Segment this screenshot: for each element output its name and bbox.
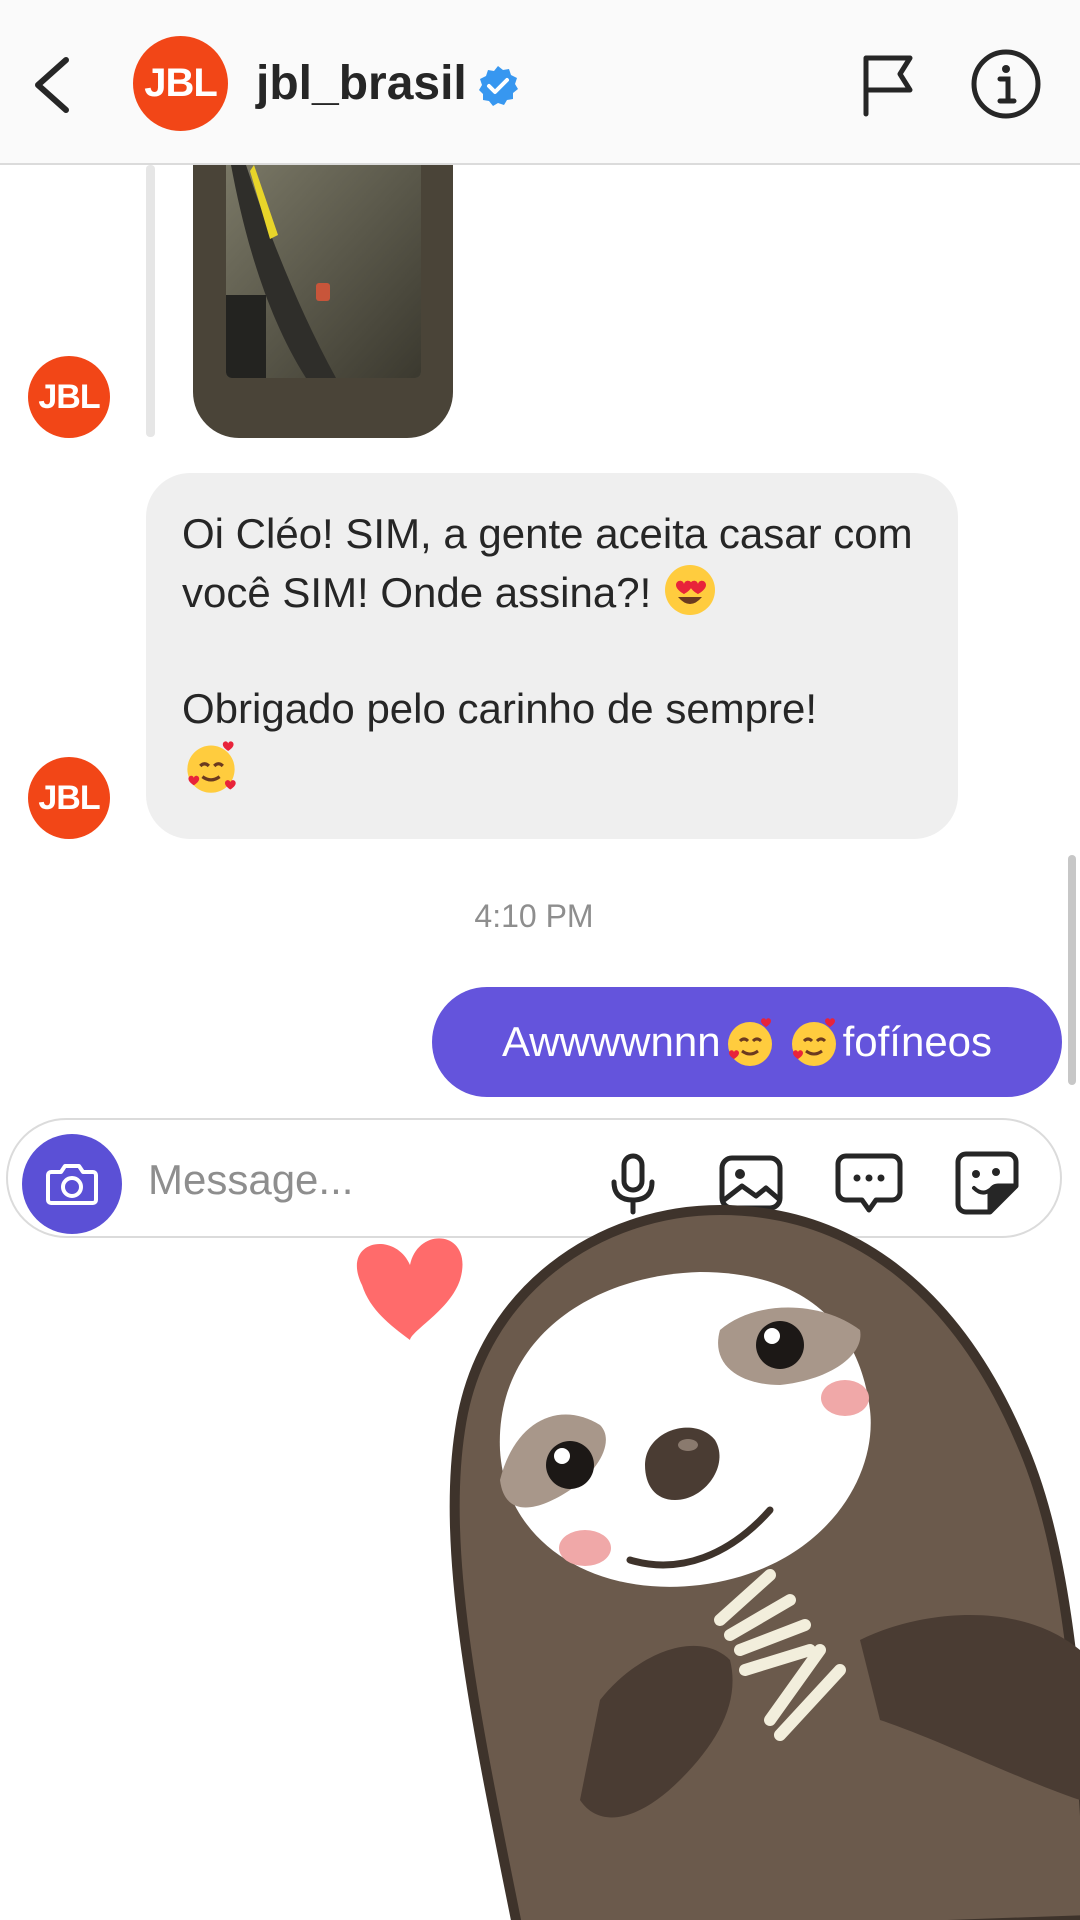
flag-icon[interactable] [858, 50, 918, 120]
profile-avatar[interactable]: JBL [133, 36, 228, 131]
verified-badge-icon [479, 66, 518, 106]
received-message-line1: Oi Cléo! SIM, a gente aceita casar com v… [182, 505, 922, 622]
received-message-line2: Obrigado pelo carinho de sempre! [182, 680, 922, 801]
heart-icon [356, 1238, 463, 1340]
media-image [226, 165, 421, 378]
received-text-2: Obrigado pelo carinho de sempre! [182, 685, 818, 732]
sent-message-bubble[interactable]: Awwwwnnn fofíneos [432, 987, 1062, 1097]
sent-text-suffix: fofíneos [842, 1018, 993, 1065]
reply-thread-line [146, 165, 155, 437]
camera-icon [46, 1164, 98, 1205]
smiling-face-with-hearts-emoji-icon [791, 1018, 836, 1066]
sender-avatar[interactable]: JBL [28, 757, 110, 839]
sent-text-prefix: Awwwwnnn [501, 1018, 721, 1065]
sender-avatar[interactable]: JBL [28, 356, 110, 438]
smiling-face-with-hearts-emoji-icon [187, 741, 236, 793]
profile-username[interactable]: jbl_brasil [256, 56, 467, 111]
shared-media-preview[interactable] [193, 165, 453, 438]
camera-button[interactable] [22, 1134, 122, 1234]
chat-header: JBL jbl_brasil [0, 0, 1080, 165]
back-chevron-icon[interactable] [28, 50, 78, 120]
info-icon[interactable] [970, 48, 1042, 120]
sloth-heart-sticker [356, 1204, 1080, 1920]
received-message-bubble[interactable]: Oi Cléo! SIM, a gente aceita casar com v… [146, 473, 958, 839]
heart-eyes-emoji-icon [664, 565, 715, 615]
message-timestamp: 4:10 PM [474, 898, 594, 934]
received-text-1: Oi Cléo! SIM, a gente aceita casar com v… [182, 510, 913, 616]
scrollbar[interactable] [1068, 855, 1076, 1085]
smiling-face-with-hearts-emoji-icon [727, 1018, 772, 1066]
